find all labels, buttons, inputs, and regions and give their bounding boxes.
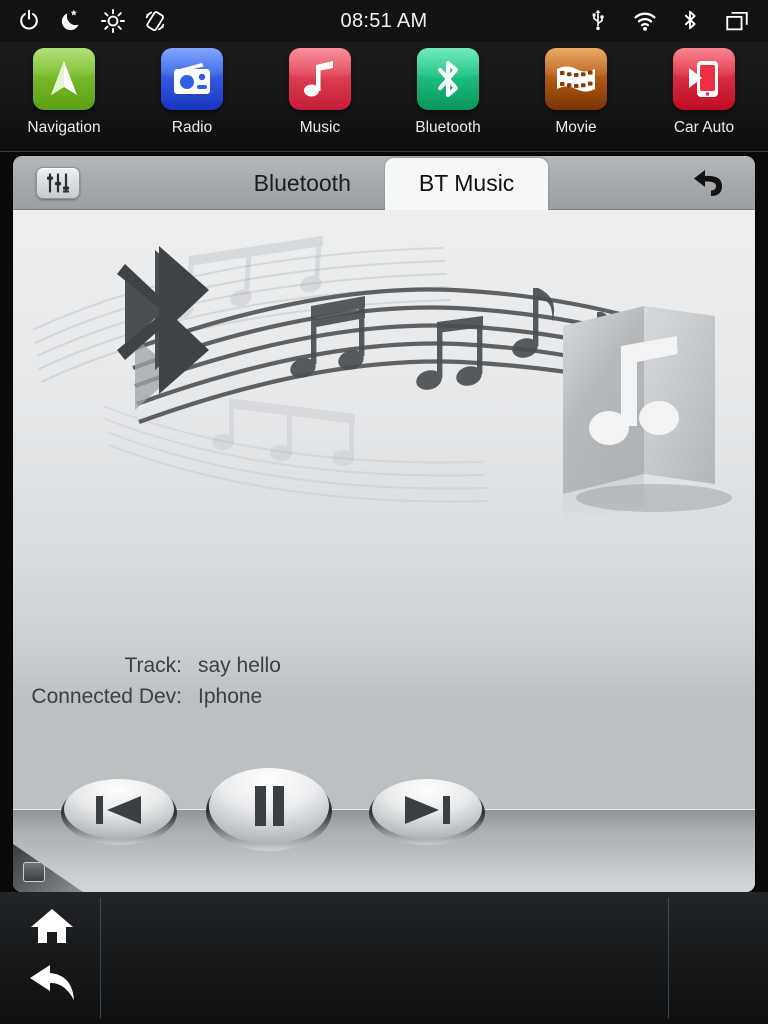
panel-corner-button[interactable] (23, 862, 45, 882)
wifi-icon (632, 8, 658, 34)
device-value: Iphone (198, 685, 263, 708)
app-label-navigation: Navigation (27, 119, 101, 136)
divider-right (668, 898, 669, 1018)
bluetooth-icon (678, 8, 704, 34)
album-art-placeholder (549, 298, 739, 528)
device-row: Connected Dev: Iphone (13, 685, 755, 709)
movie-tile[interactable] (545, 48, 607, 110)
home-icon (31, 909, 73, 943)
app-music[interactable]: Music (256, 42, 384, 152)
app-label-movie: Movie (555, 119, 597, 136)
status-bar: 08:51 AM (0, 0, 768, 42)
panel-back-button[interactable] (687, 166, 733, 202)
app-movie[interactable]: Movie (512, 42, 640, 152)
device-label: Connected Dev: (31, 685, 182, 708)
music-note-icon (304, 61, 333, 97)
back-arrow-icon (694, 170, 722, 196)
tab-bar: Bluetooth BT Music (13, 156, 755, 210)
track-info: Track: say hello Connected Dev: Iphone (13, 654, 755, 716)
transport-controls (13, 753, 755, 863)
previous-track-button[interactable] (57, 771, 181, 847)
navigation-tile[interactable] (33, 48, 95, 110)
bluetooth-icon (437, 61, 459, 97)
tab-bluetooth[interactable]: Bluetooth (220, 156, 385, 210)
home-button[interactable] (30, 906, 74, 951)
track-row: Track: say hello (13, 654, 755, 678)
tab-bt-music[interactable]: BT Music (384, 158, 549, 210)
film-strip-icon (557, 66, 595, 92)
track-value: say hello (198, 654, 281, 677)
bottom-nav-group (0, 892, 100, 1024)
head-unit-screen: 08:51 AM Navigation Radio Music Bluetoot… (0, 0, 768, 1024)
pause-button[interactable] (203, 758, 335, 854)
tab-list: Bluetooth BT Music (13, 156, 755, 210)
phone-cast-icon (689, 61, 718, 97)
track-label: Track: (124, 654, 182, 677)
app-bluetooth[interactable]: Bluetooth (384, 42, 512, 152)
radio-icon (174, 63, 210, 94)
bottom-bar: Bluetooth is connected! (0, 892, 768, 1024)
app-dock: Navigation Radio Music Bluetooth Movie C… (0, 42, 768, 152)
app-label-car-auto: Car Auto (673, 119, 735, 136)
next-track-button[interactable] (365, 771, 489, 847)
divider-left (100, 898, 101, 1018)
app-label-music: Music (299, 119, 341, 136)
app-navigation[interactable]: Navigation (0, 42, 128, 152)
navigation-arrow-icon (51, 61, 77, 95)
content-panel: Bluetooth BT Music Track: say hello Conn… (13, 156, 755, 892)
radio-tile[interactable] (161, 48, 223, 110)
app-label-bluetooth: Bluetooth (415, 119, 481, 136)
bottom-back-button[interactable] (28, 962, 76, 1007)
bluetooth-tile[interactable] (417, 48, 479, 110)
usb-icon (586, 8, 612, 34)
back-arrow-icon (30, 965, 74, 1000)
app-car-auto[interactable]: Car Auto (640, 42, 768, 152)
bt-music-body: Track: say hello Connected Dev: Iphone (13, 210, 755, 892)
music-tile[interactable] (289, 48, 351, 110)
recent-apps-icon[interactable] (724, 8, 750, 34)
app-label-radio: Radio (171, 119, 213, 136)
app-radio[interactable]: Radio (128, 42, 256, 152)
car-auto-tile[interactable] (673, 48, 735, 110)
status-bar-right-icons (586, 0, 750, 42)
